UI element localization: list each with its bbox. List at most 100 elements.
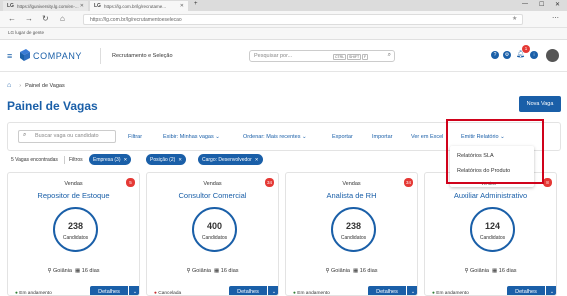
chevron-down-icon[interactable]: ⌄ [268, 286, 278, 295]
status-badge: 34 [264, 178, 274, 187]
chevron-down-icon[interactable]: ⌄ [546, 286, 556, 295]
city: Goiânia [470, 268, 489, 274]
kbd-ctrl: CTRL [333, 54, 347, 60]
breadcrumb: ⌂ › Painel de Vagas [7, 82, 65, 89]
brand-name: COMPANY [33, 51, 83, 61]
chevron-down-icon: ⌄ [500, 134, 505, 140]
details-button[interactable]: Detalhes [368, 286, 406, 295]
divider [100, 48, 101, 64]
search-placeholder: Buscar vaga ou candidato [35, 133, 99, 139]
days-open: 16 dias [220, 268, 239, 274]
chip-label: Empresa (3) [93, 157, 121, 163]
menu-item-product-report[interactable]: Relatórios do Produto [457, 168, 510, 174]
back-icon[interactable]: ← [8, 14, 16, 23]
filter-button[interactable]: Filtrar [128, 134, 142, 140]
chevron-down-icon[interactable]: ⌄ [407, 286, 417, 295]
status-dot-icon: ● [15, 291, 18, 296]
details-button[interactable]: Detalhes [507, 286, 545, 295]
company-logo-icon [20, 49, 30, 61]
days-open: 16 dias [81, 268, 100, 274]
export-button[interactable]: Exportar [332, 134, 353, 140]
bookmark-item[interactable]: LG lugar de gente [8, 30, 44, 35]
sort-dropdown[interactable]: Ordenar: Mais recentes ⌄ [243, 134, 307, 140]
divider [64, 156, 65, 164]
kbd-shift: SHIFT [347, 54, 362, 60]
job-card[interactable]: Vendas Repositor de Estoque 5 238 Candid… [7, 172, 140, 296]
lg-favicon-icon: LG [94, 3, 101, 9]
more-icon[interactable]: ⋯ [552, 14, 559, 22]
filter-chip[interactable]: Posição (2) ✕ [146, 154, 187, 165]
forward-icon[interactable]: → [25, 14, 33, 23]
show-dropdown[interactable]: Exibir: Minhas vagas ⌄ [163, 134, 220, 140]
chip-label: Cargo: Desenvolvedor [202, 157, 252, 163]
report-dropdown[interactable]: Emitir Relatório ⌄ [461, 134, 505, 140]
calendar-icon: ▦ [75, 268, 81, 274]
result-count: 5 Vagas encontradas [11, 157, 58, 163]
browser-tab[interactable]: LG https://lguniversity.lg.com/en-... ✕ [3, 1, 88, 11]
job-title[interactable]: Consultor Comercial [147, 191, 278, 200]
refresh-icon[interactable]: ↻ [42, 14, 49, 23]
days-open: 16 dias [359, 268, 378, 274]
global-search-input[interactable]: Pesquisar por... CTRL SHIFT F ⌕ [249, 50, 395, 62]
candidate-label: Candidatos [340, 235, 367, 241]
job-title[interactable]: Analista de RH [286, 191, 417, 200]
apps-icon[interactable]: ⁝ [530, 51, 538, 59]
status-dot-icon: ● [432, 291, 435, 296]
avatar[interactable] [546, 49, 559, 62]
url-field[interactable]: https://lg.com.br/lg/recrutamentoeseleca… [83, 14, 523, 25]
candidate-count: 400 [206, 221, 223, 231]
filter-chip[interactable]: Cargo: Desenvolvedor ✕ [198, 154, 263, 165]
tab-label: https://lguniversity.lg.com/en-... [16, 3, 79, 9]
job-department: Vendas [342, 181, 361, 187]
menu-icon[interactable]: ≡ [7, 51, 12, 61]
job-status: ● Em andamento [293, 291, 330, 295]
job-title[interactable]: Repositor de Estoque [8, 191, 139, 200]
job-title[interactable]: Auxiliar Administrativo [425, 191, 556, 200]
job-search-input[interactable]: ⌕ Buscar vaga ou candidato [18, 130, 116, 143]
job-card[interactable]: Vendas Auxiliar Administrativo 8 124 Can… [424, 172, 557, 296]
details-button[interactable]: Detalhes [90, 286, 128, 295]
close-icon[interactable]: ✕ [180, 3, 184, 9]
chevron-right-icon: › [19, 82, 22, 89]
star-icon[interactable]: ★ [512, 15, 517, 22]
menu-item-sla-report[interactable]: Relatórios SLA [457, 153, 494, 159]
home-icon[interactable]: ⌂ [60, 14, 65, 23]
status-badge: 5 [126, 178, 135, 187]
maximize-icon[interactable]: ☐ [539, 1, 544, 8]
minimize-icon[interactable]: — [522, 1, 528, 7]
new-tab-icon[interactable]: + [194, 1, 198, 7]
help-icon[interactable]: ? [491, 51, 499, 59]
close-icon[interactable]: ✕ [178, 157, 182, 162]
calendar-icon: ▦ [492, 268, 498, 274]
calendar-icon: ▦ [214, 268, 220, 274]
browser-tab-bar: LG https://lguniversity.lg.com/en-... ✕ … [0, 0, 567, 11]
search-placeholder: Pesquisar por... [254, 53, 293, 59]
page-title: Painel de Vagas [7, 99, 98, 113]
status-label: Em andamento [436, 291, 469, 296]
candidate-count: 238 [345, 221, 362, 231]
module-name[interactable]: Recrutamento e Seleção [112, 53, 173, 59]
job-status: ● Cancelada [154, 291, 182, 296]
tab-label: https://lg.com.br/lg/recrutame... [103, 3, 166, 9]
filter-chip[interactable]: Empresa (3) ✕ [89, 154, 132, 165]
chevron-down-icon[interactable]: ⌄ [129, 286, 139, 295]
search-icon[interactable]: ⌕ [388, 52, 391, 59]
job-card[interactable]: Vendas Analista de RH 34 238 Candidatos … [285, 172, 418, 296]
close-icon[interactable]: ✕ [124, 157, 128, 162]
close-icon[interactable]: ✕ [255, 157, 259, 162]
home-icon[interactable]: ⌂ [7, 82, 11, 89]
new-job-button[interactable]: Nova Vaga [519, 96, 561, 112]
candidate-label: Candidatos [201, 235, 228, 241]
view-excel-button[interactable]: Ver em Excel [411, 134, 443, 140]
close-icon[interactable]: ✕ [80, 3, 84, 9]
settings-icon[interactable]: ⚙ [503, 51, 511, 59]
status-label: Cancelada [158, 291, 182, 296]
breadcrumb-item[interactable]: Painel de Vagas [25, 83, 65, 89]
import-button[interactable]: Importar [372, 134, 392, 140]
details-button[interactable]: Detalhes [229, 286, 267, 295]
browser-tab-active[interactable]: LG https://lg.com.br/lg/recrutame... ✕ [90, 1, 188, 11]
job-card[interactable]: Vendas Consultor Comercial 34 400 Candid… [146, 172, 279, 296]
city: Goiânia [53, 268, 72, 274]
job-status: ● Em andamento [15, 291, 52, 296]
window-close-icon[interactable]: ✕ [555, 1, 560, 8]
